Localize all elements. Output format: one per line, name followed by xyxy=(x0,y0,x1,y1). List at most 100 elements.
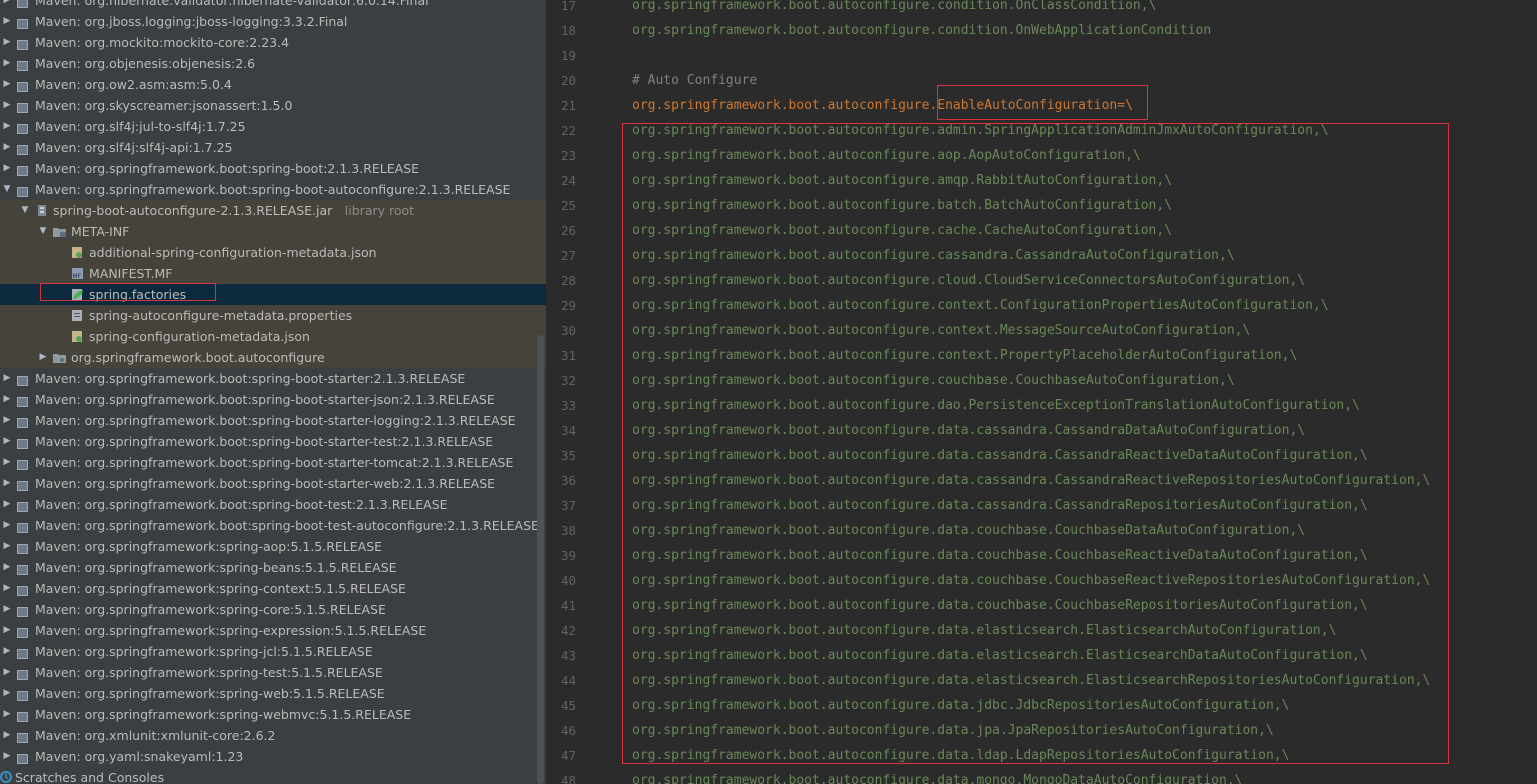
expand-arrow-right-icon[interactable]: ▶ xyxy=(1,683,13,704)
library-root-hint: library root xyxy=(344,203,415,218)
library-icon xyxy=(17,15,30,29)
library-icon xyxy=(17,120,30,134)
tree-item[interactable]: ▶ Maven: org.springframework.boot:spring-… xyxy=(0,431,546,452)
tree-item-label: Maven: org.springframework:spring-expres… xyxy=(35,623,427,638)
tree-item[interactable]: ▶ Maven: org.springframework:spring-test:… xyxy=(0,662,546,683)
library-icon xyxy=(17,141,30,155)
expand-arrow-right-icon[interactable]: ▶ xyxy=(1,704,13,725)
expand-arrow-right-icon[interactable]: ▶ xyxy=(37,347,49,368)
tree-item[interactable]: ▶ Maven: org.objenesis:objenesis:2.6 xyxy=(0,53,546,74)
code-comment: # Auto Configure xyxy=(632,73,758,88)
expand-arrow-right-icon[interactable]: ▶ xyxy=(1,452,13,473)
expand-arrow-right-icon[interactable]: ▶ xyxy=(1,746,13,767)
expand-arrow-right-icon[interactable]: ▶ xyxy=(1,620,13,641)
expand-arrow-right-icon[interactable]: ▶ xyxy=(1,641,13,662)
library-icon xyxy=(17,603,30,617)
expand-arrow-right-icon[interactable]: ▶ xyxy=(1,53,13,74)
svg-text:MF: MF xyxy=(73,273,82,280)
tree-item-label: additional-spring-configuration-metadata… xyxy=(89,245,377,260)
tree-item[interactable]: ▶ Maven: org.mockito:mockito-core:2.23.4 xyxy=(0,32,546,53)
tree-item-label: Maven: org.springframework.boot:spring-b… xyxy=(35,497,448,512)
tree-item[interactable]: ▶ Maven: org.springframework:spring-jcl:5… xyxy=(0,641,546,662)
expand-arrow-right-icon[interactable]: ▶ xyxy=(1,473,13,494)
tree-item[interactable]: ▶ Maven: org.springframework.boot:spring-… xyxy=(0,368,546,389)
line-number: 27 xyxy=(560,248,576,263)
tree-item[interactable]: additional-spring-configuration-metadata… xyxy=(0,242,546,263)
expand-arrow-right-icon[interactable]: ▶ xyxy=(1,368,13,389)
expand-arrow-right-icon[interactable]: ▶ xyxy=(1,578,13,599)
code-line[interactable]: 19 xyxy=(546,43,1537,68)
expand-arrow-right-icon[interactable]: ▶ xyxy=(1,410,13,431)
tree-item[interactable]: ▼ META-INF xyxy=(0,221,546,242)
tree-item[interactable]: ▶ Maven: org.springframework.boot:spring-… xyxy=(0,515,546,536)
tree-item[interactable]: ▶ Maven: org.ow2.asm:asm:5.0.4 xyxy=(0,74,546,95)
code-editor[interactable]: 48 org.springframework.boot.autoconfigure… xyxy=(546,0,1537,784)
tree-item[interactable]: ▶ Maven: org.slf4j:slf4j-api:1.7.25 xyxy=(0,137,546,158)
expand-arrow-right-icon[interactable]: ▶ xyxy=(1,95,13,116)
tree-item[interactable]: ▶ Maven: org.springframework.boot:spring-… xyxy=(0,158,546,179)
tree-item[interactable]: ▶ Maven: org.yaml:snakeyaml:1.23 xyxy=(0,746,546,767)
expand-arrow-right-icon[interactable]: ▶ xyxy=(1,557,13,578)
expand-arrow-down-icon[interactable]: ▼ xyxy=(37,221,49,242)
library-icon xyxy=(17,372,30,386)
tree-item[interactable]: ▶ Maven: org.springframework:spring-beans… xyxy=(0,557,546,578)
code-line[interactable]: 48 org.springframework.boot.autoconfigure… xyxy=(546,768,1537,784)
expand-arrow-right-icon[interactable]: ▶ xyxy=(1,32,13,53)
tree-item[interactable]: ▶ org.springframework.boot.autoconfigure xyxy=(0,347,546,368)
tree-item[interactable]: ▶ Maven: org.springframework.boot:spring-… xyxy=(0,494,546,515)
tree-item[interactable]: ▶ Maven: org.springframework:spring-webmv… xyxy=(0,704,546,725)
tree-item[interactable]: ▼ spring-boot-autoconfigure-2.1.3.RELEASE… xyxy=(0,200,546,221)
expand-arrow-right-icon[interactable]: ▶ xyxy=(1,599,13,620)
expand-arrow-right-icon[interactable]: ▶ xyxy=(1,158,13,179)
expand-arrow-right-icon[interactable]: ▶ xyxy=(1,662,13,683)
expand-arrow-right-icon[interactable]: ▶ xyxy=(1,137,13,158)
property-value: org.springframework.boot.autoconfigure.c… xyxy=(632,23,1212,38)
library-icon xyxy=(17,57,30,71)
expand-arrow-right-icon[interactable]: ▶ xyxy=(1,11,13,32)
library-icon xyxy=(17,666,30,680)
tree-item[interactable]: spring-autoconfigure-metadata.properties xyxy=(0,305,546,326)
tree-item[interactable]: ▶ Maven: org.springframework.boot:spring-… xyxy=(0,389,546,410)
tree-item[interactable]: ▶ Maven: org.springframework.boot:spring-… xyxy=(0,473,546,494)
expand-arrow-right-icon[interactable]: ▶ xyxy=(1,74,13,95)
tree-item[interactable]: ▶ Maven: org.springframework.boot:spring-… xyxy=(0,410,546,431)
line-number: 41 xyxy=(560,598,576,613)
tree-item[interactable]: ▶ Maven: org.springframework:spring-aop:5… xyxy=(0,536,546,557)
tree-item[interactable]: ▶ Maven: org.springframework.boot:spring-… xyxy=(0,452,546,473)
tree-item[interactable]: ▶ Maven: org.jboss.logging:jboss-logging:… xyxy=(0,11,546,32)
expand-arrow-right-icon[interactable]: ▶ xyxy=(1,116,13,137)
line-number: 24 xyxy=(560,173,576,188)
json-file-icon xyxy=(71,330,84,343)
tree-item[interactable]: ▶ Maven: org.slf4j:jul-to-slf4j:1.7.25 xyxy=(0,116,546,137)
expand-arrow-right-icon[interactable]: ▶ xyxy=(1,536,13,557)
expand-arrow-right-icon[interactable]: ▶ xyxy=(1,431,13,452)
tree-item[interactable]: Scratches and Consoles xyxy=(0,767,546,784)
expand-arrow-right-icon[interactable]: ▶ xyxy=(1,0,13,11)
code-line[interactable]: 18 org.springframework.boot.autoconfigure… xyxy=(546,18,1537,43)
tree-item[interactable]: ▶ Maven: org.springframework:spring-expre… xyxy=(0,620,546,641)
tree-item[interactable]: ▶ Maven: org.skyscreamer:jsonassert:1.5.0 xyxy=(0,95,546,116)
expand-arrow-right-icon[interactable]: ▶ xyxy=(1,725,13,746)
expand-arrow-down-icon[interactable]: ▼ xyxy=(1,179,13,200)
expand-arrow-right-icon[interactable]: ▶ xyxy=(1,515,13,536)
expand-arrow-right-icon[interactable]: ▶ xyxy=(1,494,13,515)
tree-item[interactable]: ▼ Maven: org.springframework.boot:spring-… xyxy=(0,179,546,200)
tree-item[interactable]: ▶ Maven: org.springframework:spring-web:5… xyxy=(0,683,546,704)
tree-item-label: Scratches and Consoles xyxy=(15,770,165,784)
tree-item-label: Maven: org.objenesis:objenesis:2.6 xyxy=(35,56,256,71)
expand-arrow-right-icon[interactable]: ▶ xyxy=(1,389,13,410)
code-line[interactable]: 17 org.springframework.boot.autoconfigure… xyxy=(546,0,1537,18)
tree-item[interactable]: ▶ Maven: org.springframework:spring-conte… xyxy=(0,578,546,599)
line-number: 25 xyxy=(560,198,576,213)
tree-item[interactable]: spring-configuration-metadata.json xyxy=(0,326,546,347)
expand-arrow-down-icon[interactable]: ▼ xyxy=(19,200,31,221)
tree-item[interactable]: MF MANIFEST.MF xyxy=(0,263,546,284)
tree-item[interactable]: ▶ Maven: org.springframework:spring-core:… xyxy=(0,599,546,620)
library-icon xyxy=(17,561,30,575)
project-tree-scrollbar[interactable] xyxy=(537,335,544,784)
tree-item[interactable]: ▶ Maven: org.xmlunit:xmlunit-core:2.6.2 xyxy=(0,725,546,746)
line-number: 22 xyxy=(560,123,576,138)
line-number: 33 xyxy=(560,398,576,413)
tree-item[interactable]: ▶ Maven: org.hibernate.validator:hibernat… xyxy=(0,0,546,11)
line-number: 30 xyxy=(560,323,576,338)
